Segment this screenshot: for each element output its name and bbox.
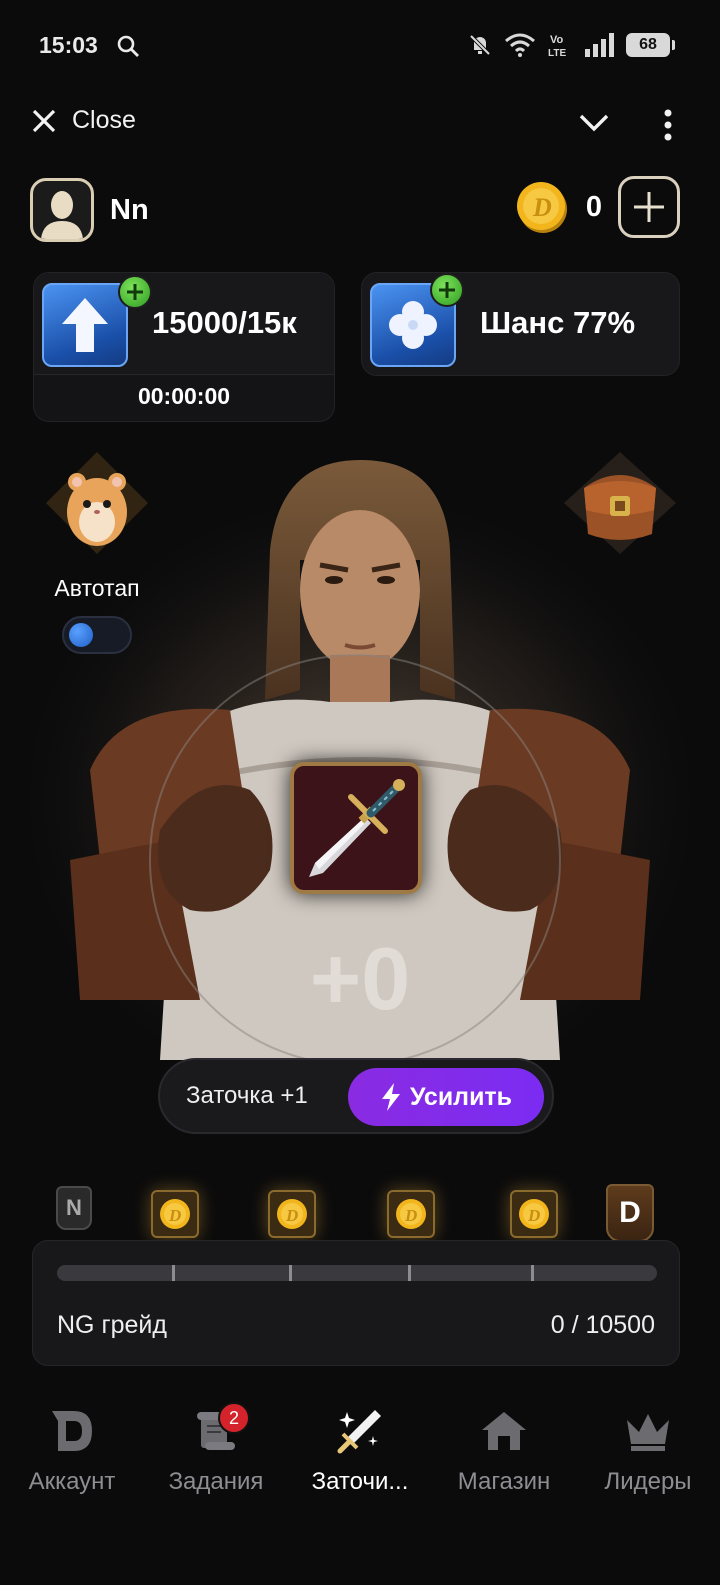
svg-text:D: D [527, 1206, 540, 1225]
tab-account[interactable]: Аккаунт [0, 1390, 144, 1530]
energy-icon-tile [42, 283, 128, 367]
enhance-bar: Заточка +1 Усилить [158, 1058, 554, 1134]
clover-icon [389, 301, 437, 349]
energy-add-button[interactable] [118, 275, 152, 309]
grade-progress-bar [57, 1265, 657, 1281]
svg-text:D: D [168, 1206, 181, 1225]
autotap-panel: Автотап [34, 448, 160, 654]
plus-icon [634, 192, 664, 222]
chance-add-button[interactable] [430, 273, 464, 307]
grade-label: NG грейд [57, 1311, 167, 1339]
coin-icon: D [519, 1199, 549, 1229]
user-silhouette-icon [41, 191, 83, 239]
tab-shop[interactable]: Магазин [432, 1390, 576, 1530]
crown-icon [627, 1414, 669, 1451]
tab-label: Заточи... [311, 1468, 409, 1495]
energy-card[interactable]: 15000/15к 00:00:00 [33, 272, 335, 422]
arrow-up-icon [62, 298, 108, 352]
chance-value: Шанс 77% [480, 305, 636, 340]
weapon-slot[interactable] [290, 762, 422, 894]
coin-icon: D [160, 1199, 190, 1229]
upgrade-label: Усилить [409, 1082, 513, 1111]
shop-icon [482, 1412, 526, 1450]
close-icon [32, 109, 56, 132]
wifi-icon [505, 33, 535, 57]
balance: D 0 [514, 176, 680, 238]
grade-end-badge: D [606, 1184, 654, 1242]
milestone-coin: D [510, 1190, 558, 1238]
close-button[interactable]: Close [30, 106, 136, 135]
progress-tick [289, 1265, 292, 1281]
tab-enhance[interactable]: Заточи... [288, 1390, 432, 1530]
lightning-icon [381, 1083, 400, 1111]
tab-leaders[interactable]: Лидеры [576, 1390, 720, 1530]
enhance-info: Заточка +1 [186, 1082, 308, 1109]
grade-progress-value: 0 / 10500 [550, 1311, 655, 1339]
dagger-icon [309, 779, 405, 877]
tab-label: Магазин [457, 1468, 551, 1495]
bottom-nav: Аккаунт Задания Заточи... Магазин Лидеры [0, 1390, 720, 1530]
tasks-badge: 2 [218, 1402, 250, 1434]
status-icons: Vo LTE 68 [468, 32, 675, 58]
status-bar: 15:03 Vo LTE 68 [0, 0, 720, 92]
username: Nn [110, 193, 149, 226]
avatar[interactable] [30, 178, 94, 242]
volte-icon: Vo LTE [548, 34, 566, 58]
coin-balance: 0 [585, 190, 602, 223]
grade-progress-card: NG грейд 0 / 10500 [32, 1240, 680, 1366]
status-time: 15:03 [39, 32, 98, 58]
close-label: Close [72, 106, 136, 134]
svg-text:D: D [404, 1206, 417, 1225]
hamster-icon[interactable] [42, 448, 152, 558]
sword-sparkle-icon [337, 1410, 381, 1454]
profile[interactable]: Nn [30, 178, 149, 242]
plus-icon [439, 282, 455, 298]
coin-icon: D [396, 1199, 426, 1229]
energy-timer: 00:00:00 [137, 383, 231, 409]
milestone-coin: D [387, 1190, 435, 1238]
autotap-label: Автотап [54, 575, 140, 601]
tab-label: Задания [168, 1468, 264, 1495]
autotap-toggle[interactable] [62, 616, 132, 654]
plus-icon [127, 284, 143, 300]
svg-text:D: D [532, 193, 552, 222]
tab-label: Аккаунт [28, 1468, 116, 1495]
coin-icon: D [277, 1199, 307, 1229]
progress-tick [531, 1265, 534, 1281]
progress-tick [408, 1265, 411, 1281]
bell-muted-icon [469, 34, 491, 56]
d-logo-icon [52, 1411, 92, 1451]
enhance-level: +0 [309, 929, 411, 1028]
more-options-icon[interactable] [662, 108, 674, 142]
milestone-coin: D [268, 1190, 316, 1238]
coin-icon: D [516, 182, 567, 233]
progress-tick [172, 1265, 175, 1281]
chance-card[interactable]: Шанс 77% [361, 272, 680, 376]
top-bar: Close [0, 100, 720, 150]
energy-value: 15000/15к [152, 305, 297, 340]
battery-indicator: 68 [626, 33, 675, 57]
svg-text:Vo: Vo [550, 34, 564, 46]
inventory-bag-icon[interactable] [560, 448, 680, 558]
signal-icon [585, 33, 614, 57]
svg-text:D: D [285, 1206, 298, 1225]
search-icon [117, 35, 139, 57]
tab-label: Лидеры [604, 1468, 692, 1495]
battery-level: 68 [639, 36, 657, 53]
toggle-knob [69, 623, 93, 647]
chevron-down-icon[interactable] [578, 110, 610, 134]
svg-text:LTE: LTE [548, 48, 566, 58]
add-coins-button[interactable] [618, 176, 680, 238]
upgrade-button[interactable]: Усилить [348, 1068, 544, 1126]
tab-tasks[interactable]: Задания [144, 1390, 288, 1530]
grade-start-badge: N [56, 1186, 92, 1230]
milestone-coin: D [151, 1190, 199, 1238]
